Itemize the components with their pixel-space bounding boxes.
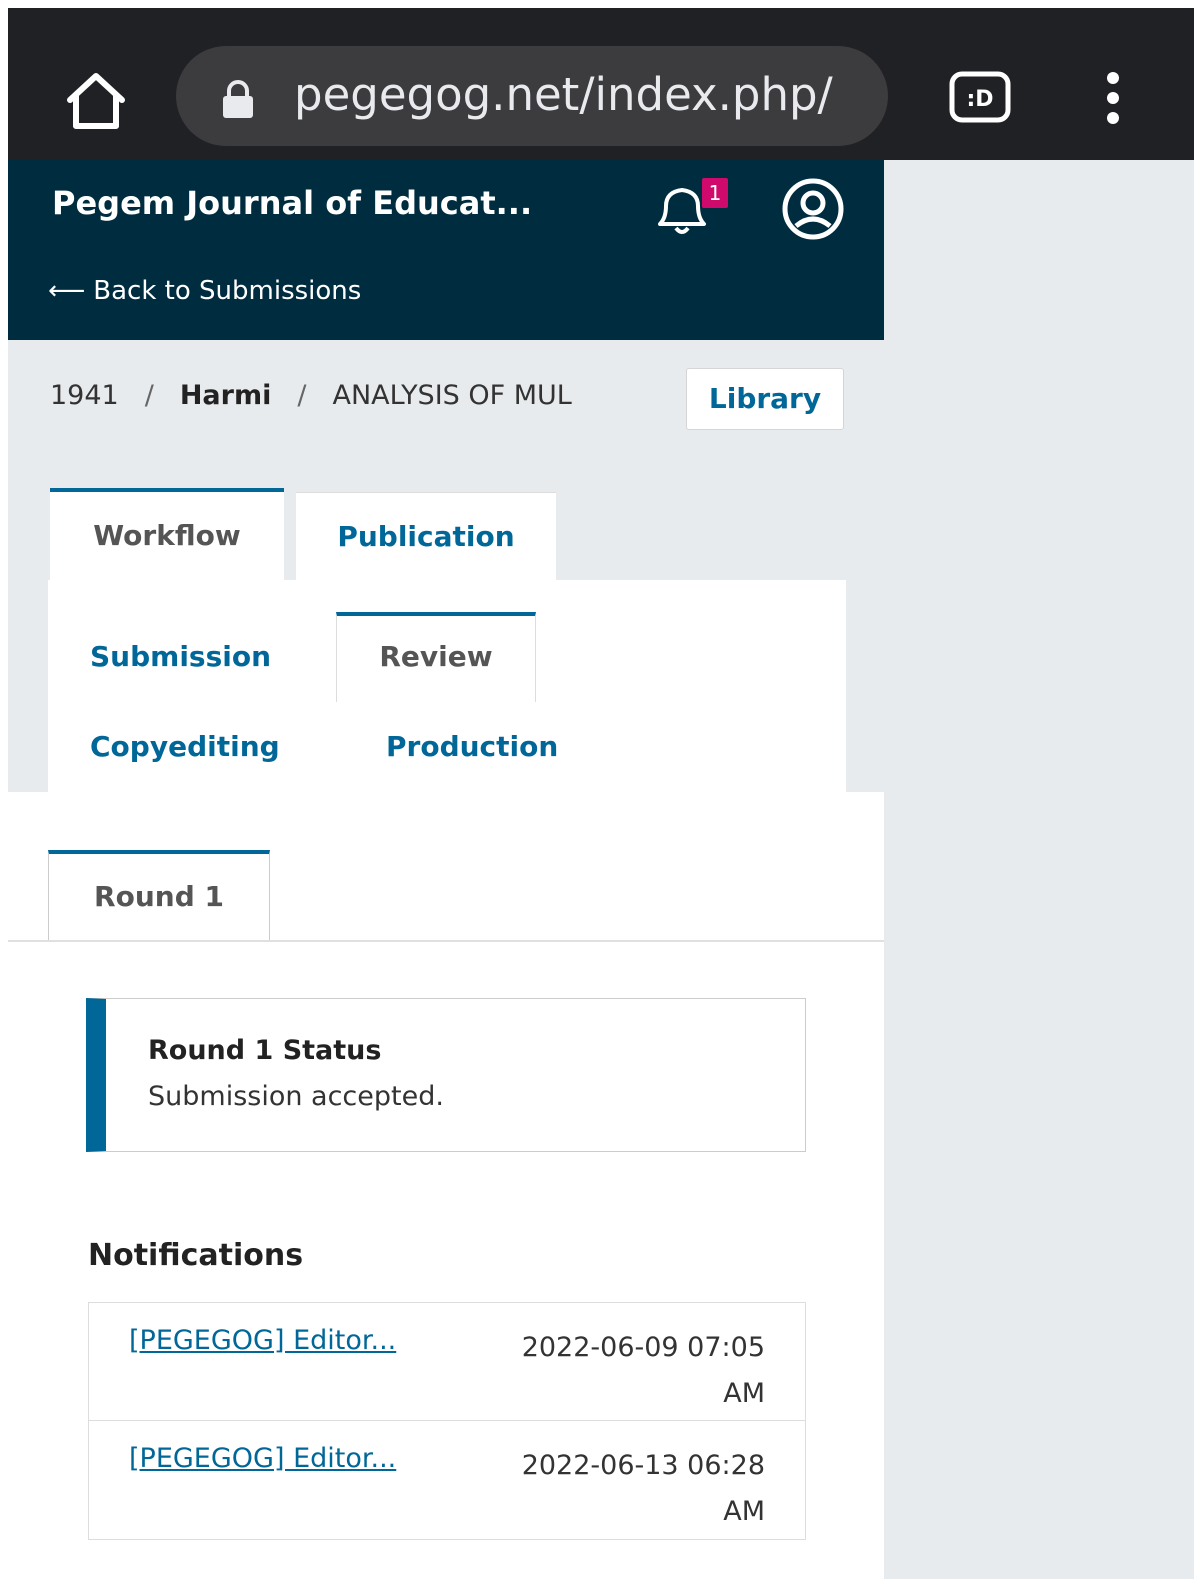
address-bar[interactable]: pegegog.net/index.php/	[176, 46, 888, 146]
stage-tab-production[interactable]: Production	[386, 730, 558, 763]
page-background	[884, 160, 1194, 1579]
more-options-icon[interactable]	[1098, 68, 1128, 128]
review-panel: Round 1 Round 1 Status Submission accept…	[8, 792, 884, 1579]
lock-icon	[220, 80, 256, 120]
back-arrow-icon: ⟵	[48, 276, 86, 306]
round-status-title: Round 1 Status	[148, 1035, 382, 1066]
notification-date: 2022-06-09 07:05 AM	[521, 1332, 765, 1409]
round-status-box: Round 1 Status Submission accepted.	[86, 998, 806, 1152]
notification-row: [PEGEGOG] Editor... 2022-06-13 06:28 AM	[89, 1421, 805, 1539]
user-account-icon[interactable]	[780, 176, 846, 242]
submission-id: 1941	[50, 380, 119, 411]
app-header: Pegem Journal of Educat... 1 ⟵ Back to Su…	[8, 160, 884, 340]
notifications-heading: Notifications	[88, 1238, 304, 1273]
stage-tab-submission[interactable]: Submission	[90, 640, 271, 673]
home-icon[interactable]	[56, 66, 136, 136]
tab-switcher-icon[interactable]: :D	[948, 70, 1014, 126]
svg-text::D: :D	[966, 87, 993, 112]
back-to-submissions-link[interactable]: ⟵ Back to Submissions	[48, 276, 361, 306]
notification-row: [PEGEGOG] Editor... 2022-06-09 07:05 AM	[89, 1303, 805, 1421]
notification-link[interactable]: [PEGEGOG] Editor...	[129, 1325, 445, 1356]
notifications-list: [PEGEGOG] Editor... 2022-06-09 07:05 AM …	[88, 1302, 806, 1540]
submission-header: 1941 / Harmi / ANALYSIS OF MUL Library Workf…	[8, 340, 884, 792]
breadcrumb-separator: /	[144, 380, 154, 411]
tab-workflow[interactable]: Workflow	[50, 488, 284, 580]
tab-round-1[interactable]: Round 1	[48, 850, 270, 942]
divider	[8, 940, 884, 942]
url-text: pegegog.net/index.php/	[294, 68, 833, 121]
notification-badge: 1	[702, 178, 728, 208]
library-button[interactable]: Library	[686, 368, 844, 430]
tab-publication[interactable]: Publication	[296, 492, 556, 584]
notification-link[interactable]: [PEGEGOG] Editor...	[129, 1443, 445, 1474]
stage-tab-review[interactable]: Review	[336, 612, 536, 702]
journal-title[interactable]: Pegem Journal of Educat...	[52, 184, 532, 222]
workflow-stage-tabs: Submission Review Copyediting Production	[48, 580, 846, 792]
back-link-label: Back to Submissions	[93, 276, 362, 306]
breadcrumb: 1941 / Harmi / ANALYSIS OF MUL	[50, 380, 622, 411]
submission-author: Harmi	[179, 380, 272, 411]
round-status-text: Submission accepted.	[148, 1081, 444, 1112]
notifications-button[interactable]: 1	[648, 178, 728, 238]
submission-title: ANALYSIS OF MUL	[332, 380, 572, 411]
notification-date: 2022-06-13 06:28 AM	[521, 1450, 765, 1527]
stage-tab-copyediting[interactable]: Copyediting	[90, 730, 280, 763]
browser-toolbar: pegegog.net/index.php/ :D	[8, 8, 1194, 160]
breadcrumb-separator: /	[297, 380, 307, 411]
